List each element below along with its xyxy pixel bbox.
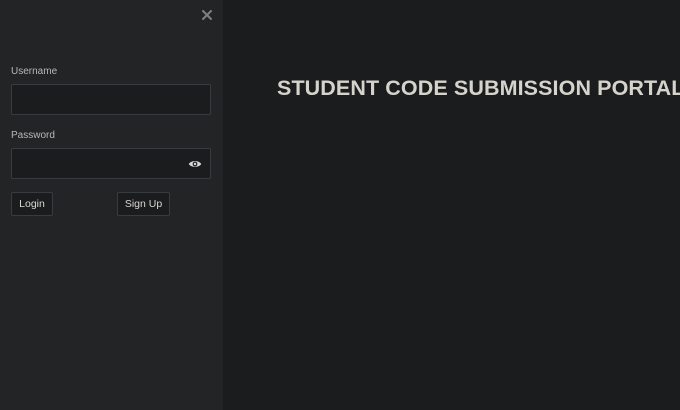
- username-field-box: [11, 84, 211, 115]
- eye-icon: [188, 161, 202, 167]
- password-field-box: [11, 148, 211, 179]
- login-sidebar: Username Password Login Sign Up: [0, 0, 223, 410]
- sign-up-button[interactable]: Sign Up: [117, 192, 170, 216]
- password-label: Password: [11, 130, 55, 141]
- close-icon: [202, 10, 212, 20]
- username-input[interactable]: [12, 85, 210, 114]
- password-input[interactable]: [12, 149, 210, 178]
- username-label: Username: [11, 66, 58, 77]
- login-button[interactable]: Login: [11, 192, 53, 216]
- close-sidebar-button[interactable]: [198, 6, 216, 24]
- app-window: Username Password Login Sign Up STUDENT …: [0, 0, 680, 410]
- page-title: STUDENT CODE SUBMISSION PORTAL: [277, 76, 680, 100]
- show-password-button[interactable]: [187, 157, 203, 171]
